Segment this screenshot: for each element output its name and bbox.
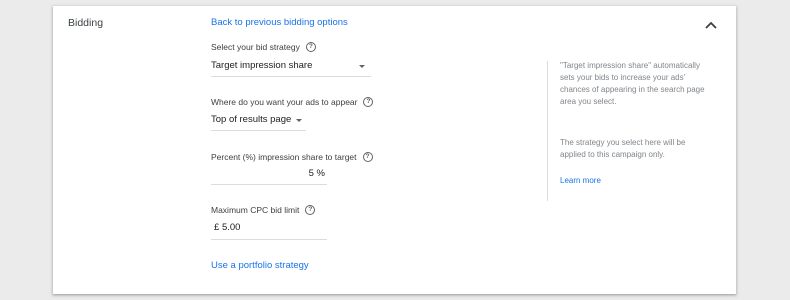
- percent-unit: %: [316, 168, 325, 179]
- ad-location-label-text: Where do you want your ads to appear: [211, 97, 358, 107]
- bidding-card: Bidding Back to previous bidding options…: [53, 6, 736, 294]
- help-paragraph-1: "Target impression share" automatically …: [560, 61, 705, 106]
- max-cpc-label-text: Maximum CPC bid limit: [211, 205, 300, 215]
- currency-symbol: £: [214, 222, 220, 233]
- collapse-button[interactable]: [703, 18, 719, 30]
- bid-strategy-label: Select your bid strategy ?: [211, 42, 316, 52]
- ad-location-select[interactable]: Top of results page: [211, 114, 306, 131]
- section-title: Bidding: [68, 17, 104, 29]
- help-paragraph-2: The strategy you select here will be app…: [560, 138, 686, 159]
- back-to-bidding-options-link[interactable]: Back to previous bidding options: [211, 17, 348, 28]
- help-circle-icon[interactable]: ?: [363, 97, 374, 107]
- learn-more-link[interactable]: Learn more: [560, 176, 601, 185]
- ad-location-value: Top of results page: [211, 114, 292, 125]
- bid-strategy-label-text: Select your bid strategy: [211, 42, 300, 52]
- max-cpc-value: 5.00: [221, 222, 241, 233]
- impression-share-value: 5: [308, 168, 314, 179]
- chevron-up-icon: [705, 21, 717, 29]
- help-circle-icon[interactable]: ?: [305, 205, 316, 215]
- impression-share-input[interactable]: 5 %: [211, 168, 327, 185]
- caret-down-icon: [359, 65, 365, 68]
- caret-down-icon: [296, 119, 302, 122]
- ad-location-label: Where do you want your ads to appear ?: [211, 97, 374, 107]
- bid-strategy-value: Target impression share: [211, 60, 313, 71]
- impression-share-label-text: Percent (%) impression share to target: [211, 152, 357, 162]
- use-portfolio-strategy-link[interactable]: Use a portfolio strategy: [211, 260, 309, 271]
- help-circle-icon[interactable]: ?: [305, 42, 316, 52]
- bid-strategy-select[interactable]: Target impression share: [211, 60, 371, 77]
- help-circle-icon[interactable]: ?: [362, 152, 373, 162]
- max-cpc-value-group: £ 5.00: [214, 222, 240, 233]
- impression-share-value-group: 5 %: [309, 168, 325, 179]
- help-panel-divider: [547, 61, 548, 201]
- max-cpc-input[interactable]: £ 5.00: [211, 222, 327, 240]
- impression-share-label: Percent (%) impression share to target ?: [211, 152, 373, 162]
- max-cpc-label: Maximum CPC bid limit ?: [211, 205, 316, 215]
